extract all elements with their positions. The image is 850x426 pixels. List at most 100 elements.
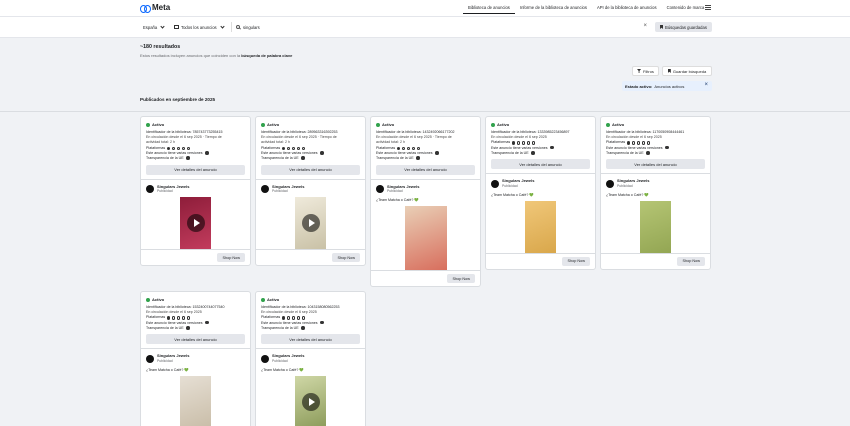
ad-creative-image[interactable] xyxy=(295,197,326,250)
ad-type-select-value: Todos los anuncios xyxy=(181,24,217,30)
shop-now-button[interactable]: Shop Now xyxy=(562,256,590,266)
ad-creative[interactable] xyxy=(261,375,360,426)
results-subtitle: Estos resultados incluyen anuncios que c… xyxy=(140,53,292,58)
save-search-button[interactable]: Guardar búsqueda xyxy=(662,66,712,76)
hamburger-menu-icon[interactable] xyxy=(705,5,711,10)
ad-type-select[interactable]: Todos los anuncios xyxy=(174,22,225,32)
info-icon[interactable] xyxy=(665,145,669,150)
ad-creative[interactable] xyxy=(261,197,360,250)
nav-ad-library-api[interactable]: API de la biblioteca de anuncios xyxy=(592,5,662,14)
advertiser-row[interactable]: Singulars Jewels Publicidad xyxy=(146,184,245,193)
info-icon[interactable] xyxy=(531,151,535,155)
active-status-filter-chip[interactable]: Estado activo: Anuncios activos × xyxy=(622,81,712,91)
view-ad-details-button[interactable]: Ver detalles del anuncio xyxy=(376,164,475,175)
threads-icon xyxy=(301,316,306,320)
info-icon[interactable] xyxy=(205,151,209,155)
info-icon[interactable] xyxy=(301,156,305,160)
ad-creative[interactable] xyxy=(146,375,245,426)
shop-now-button[interactable]: Shop Now xyxy=(677,256,705,266)
sponsored-label: Publicidad xyxy=(157,358,173,363)
sponsored-label: Publicidad xyxy=(387,189,403,194)
nav-branded-content[interactable]: Contenido de marca xyxy=(662,5,710,14)
ad-creative-image[interactable] xyxy=(180,375,211,426)
info-icon[interactable] xyxy=(320,320,324,325)
status-badge: Activo xyxy=(491,122,590,127)
nav-ad-library[interactable]: Biblioteca de anuncios xyxy=(463,5,515,14)
status-label: Activo xyxy=(267,122,280,127)
country-select-value: España xyxy=(143,24,158,30)
ad-creative-image[interactable] xyxy=(180,197,211,250)
transparency-label: Transparencia de la UE xyxy=(261,156,299,161)
threads-icon xyxy=(531,141,536,145)
instagram-icon xyxy=(286,146,291,151)
shop-now-button[interactable]: Shop Now xyxy=(217,253,245,263)
card-divider xyxy=(141,348,250,350)
view-ad-details-button[interactable]: Ver detalles del anuncio xyxy=(491,159,590,170)
view-ad-details-button[interactable]: Ver detalles del anuncio xyxy=(606,159,705,170)
section-divider xyxy=(0,111,850,112)
threads-icon xyxy=(301,146,306,151)
advertiser-avatar[interactable] xyxy=(606,179,614,188)
filter-icon xyxy=(637,69,642,73)
view-ad-details-button[interactable]: Ver detalles del anuncio xyxy=(146,164,245,175)
info-icon[interactable] xyxy=(416,156,420,160)
shop-now-button[interactable]: Shop Now xyxy=(332,253,360,263)
view-ad-details-button[interactable]: Ver detalles del anuncio xyxy=(261,164,360,175)
view-ad-details-button[interactable]: Ver detalles del anuncio xyxy=(261,334,360,345)
advertiser-avatar[interactable] xyxy=(261,184,269,193)
advertiser-row[interactable]: Singulars Jewels Publicidad xyxy=(261,354,360,363)
ad-creative-image[interactable] xyxy=(640,200,671,253)
advertiser-avatar[interactable] xyxy=(146,184,154,193)
ad-creative[interactable] xyxy=(606,200,705,253)
shop-now-button[interactable]: Shop Now xyxy=(447,274,475,284)
active-check-icon xyxy=(261,122,265,127)
bookmark-icon xyxy=(667,69,671,73)
shop-now-label: Shop Now xyxy=(567,259,585,264)
nav-ad-library-report[interactable]: Informe de la biblioteca de anuncios xyxy=(515,5,592,14)
view-ad-details-label: Ver detalles del anuncio xyxy=(174,167,217,173)
clear-search-icon[interactable]: × xyxy=(643,23,647,29)
info-icon[interactable] xyxy=(646,151,650,155)
advertiser-row[interactable]: Singulars Jewels Publicidad xyxy=(376,184,475,194)
info-icon[interactable] xyxy=(301,326,305,330)
ad-card: Activo Identificador de la biblioteca: 1… xyxy=(600,116,711,270)
advertiser-avatar[interactable] xyxy=(491,179,499,188)
info-icon[interactable] xyxy=(435,151,439,155)
advertiser-avatar[interactable] xyxy=(146,354,154,363)
info-icon[interactable] xyxy=(550,145,554,150)
view-ad-details-button[interactable]: Ver detalles del anuncio xyxy=(146,334,245,345)
advertiser-avatar[interactable] xyxy=(376,184,384,193)
ad-creative[interactable] xyxy=(491,200,590,253)
advertiser-row[interactable]: Singulars Jewels Publicidad xyxy=(606,179,705,188)
advertiser-row[interactable]: Singulars Jewels Publicidad xyxy=(491,179,590,188)
filters-button[interactable]: Filtros xyxy=(632,66,659,76)
ad-creative[interactable] xyxy=(146,197,245,250)
play-video-icon[interactable] xyxy=(186,214,205,233)
status-label: Activo xyxy=(497,122,510,127)
info-icon[interactable] xyxy=(205,320,209,325)
remove-filter-icon[interactable]: × xyxy=(704,82,708,88)
info-icon[interactable] xyxy=(186,156,190,160)
play-video-icon[interactable] xyxy=(301,214,320,233)
transparency-row: Transparencia de la UE xyxy=(491,151,590,156)
info-icon[interactable] xyxy=(186,326,190,330)
transparency-label: Transparencia de la UE xyxy=(261,326,299,331)
ad-creative[interactable] xyxy=(376,206,475,271)
search-input[interactable]: singulars × xyxy=(231,22,650,32)
meta-logo[interactable]: Meta xyxy=(140,3,170,13)
ad-creative-image[interactable] xyxy=(525,200,556,253)
section-title: Publicados en septiembre de 2025 xyxy=(140,97,216,102)
saved-searches-button[interactable]: Búsquedas guardadas xyxy=(655,22,712,32)
cta-row: Shop Now xyxy=(486,252,595,269)
play-video-icon[interactable] xyxy=(301,392,320,411)
country-select[interactable]: España xyxy=(143,22,165,32)
advertiser-row[interactable]: Singulars Jewels Publicidad xyxy=(261,184,360,193)
advertiser-avatar[interactable] xyxy=(261,354,269,363)
advertiser-row[interactable]: Singulars Jewels Publicidad xyxy=(146,354,245,363)
cta-row: Shop Now xyxy=(371,270,480,286)
info-icon[interactable] xyxy=(320,151,324,155)
ad-creative-image[interactable] xyxy=(295,375,326,426)
instagram-icon xyxy=(171,146,176,151)
ad-creative-image[interactable] xyxy=(404,206,447,271)
instagram-icon xyxy=(171,316,176,320)
